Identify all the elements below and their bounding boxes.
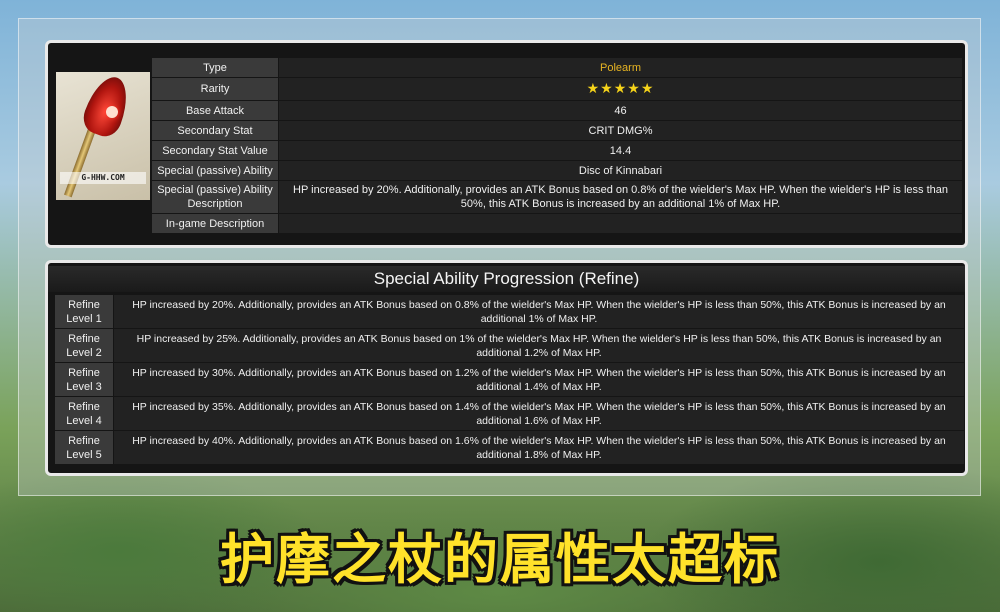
table-row: Refine Level 4 HP increased by 35%. Addi… (55, 397, 964, 430)
stat-value-rarity: ★★★★★ (279, 78, 962, 100)
stat-label: Secondary Stat (152, 121, 278, 140)
refine-progression-panel: Special Ability Progression (Refine) Ref… (45, 260, 968, 476)
watermark-logo: G-HHW.COM (60, 171, 146, 184)
table-row: Refine Level 5 HP increased by 40%. Addi… (55, 431, 964, 464)
stat-value: Disc of Kinnabari (279, 161, 962, 180)
stat-value-description: HP increased by 20%. Additionally, provi… (279, 181, 962, 213)
weapon-blade (78, 71, 136, 141)
stat-value: 14.4 (279, 141, 962, 160)
refine-level-desc: HP increased by 40%. Additionally, provi… (114, 431, 964, 464)
refine-level-label: Refine Level 5 (55, 431, 113, 464)
stat-label: In-game Description (152, 214, 278, 233)
refine-level-desc: HP increased by 25%. Additionally, provi… (114, 329, 964, 362)
refine-table: Refine Level 1 HP increased by 20%. Addi… (54, 294, 965, 465)
stat-label: Rarity (152, 78, 278, 100)
stats-row-secondary-stat: Secondary Stat CRIT DMG% (55, 121, 962, 140)
weapon-gem (106, 105, 118, 118)
rarity-stars-icon: ★★★★★ (586, 80, 655, 96)
refine-level-label: Refine Level 2 (55, 329, 113, 362)
stat-value (279, 214, 962, 233)
weapon-image: G-HHW.COM (56, 71, 150, 200)
weapon-stats-table: G-HHW.COM Type Polearm Rarity ★★★★★ Base… (54, 57, 963, 234)
refine-level-desc: HP increased by 35%. Additionally, provi… (114, 397, 964, 430)
empty-cell (55, 214, 151, 233)
refine-level-label: Refine Level 4 (55, 397, 113, 430)
stat-value-type: Polearm (279, 58, 962, 77)
stat-label: Special (passive) Ability Description (152, 181, 278, 213)
caption-banner: 护摩之杖的属性太超标 (220, 528, 780, 591)
stats-row-secondary-value: Secondary Stat Value 14.4 (55, 141, 962, 160)
stat-label: Special (passive) Ability (152, 161, 278, 180)
stats-row-base-attack: Base Attack 46 (55, 101, 962, 120)
stats-row-rarity: Rarity ★★★★★ (55, 78, 962, 100)
refine-title: Special Ability Progression (Refine) (48, 266, 965, 292)
refine-level-desc: HP increased by 20%. Additionally, provi… (114, 295, 964, 328)
stat-value: 46 (279, 101, 962, 120)
stats-row-ingame-desc: In-game Description (55, 214, 962, 233)
weapon-image-cell: G-HHW.COM (55, 58, 151, 213)
stat-value: CRIT DMG% (279, 121, 962, 140)
stat-label: Base Attack (152, 101, 278, 120)
stats-row-passive: Special (passive) Ability Disc of Kinnab… (55, 161, 962, 180)
stats-row-type: G-HHW.COM Type Polearm (55, 58, 962, 213)
table-row: Refine Level 3 HP increased by 30%. Addi… (55, 363, 964, 396)
weapon-stats-panel: G-HHW.COM Type Polearm Rarity ★★★★★ Base… (45, 40, 968, 248)
refine-level-label: Refine Level 3 (55, 363, 113, 396)
refine-level-label: Refine Level 1 (55, 295, 113, 328)
stat-label: Secondary Stat Value (152, 141, 278, 160)
table-row: Refine Level 2 HP increased by 25%. Addi… (55, 329, 964, 362)
refine-level-desc: HP increased by 30%. Additionally, provi… (114, 363, 964, 396)
table-row: Refine Level 1 HP increased by 20%. Addi… (55, 295, 964, 328)
stat-label: Type (152, 58, 278, 77)
stats-row-passive-desc: Special (passive) Ability Description HP… (55, 181, 962, 213)
